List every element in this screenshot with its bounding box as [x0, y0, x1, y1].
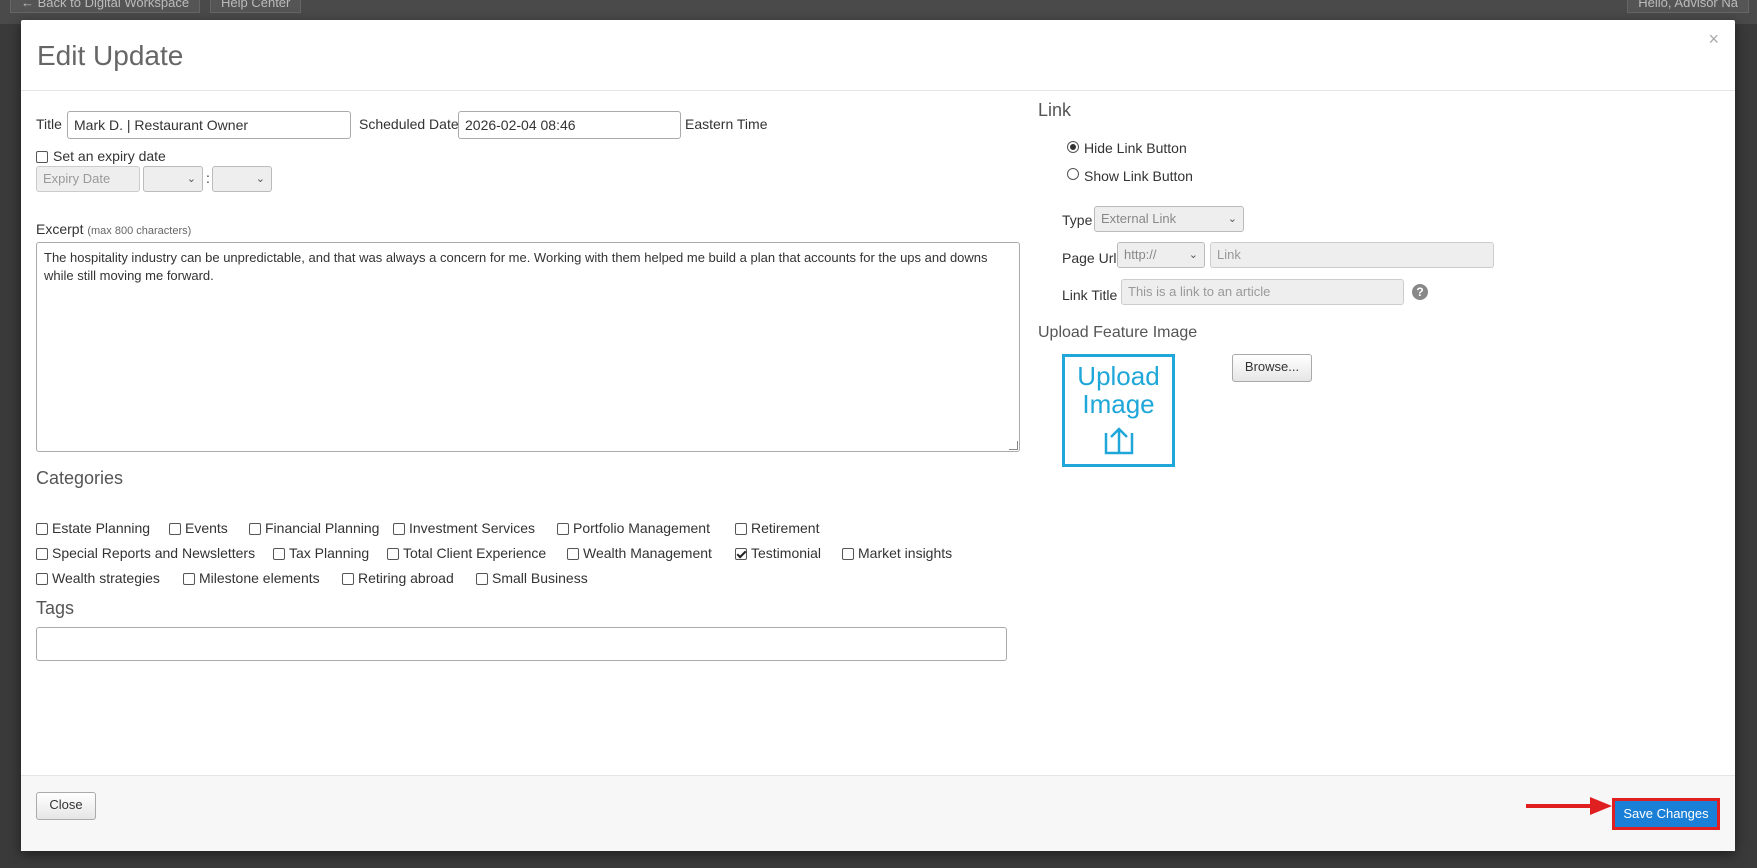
category-label: Investment Services — [409, 520, 536, 536]
help-center-link[interactable]: Help Center — [210, 0, 302, 13]
upload-arrow-icon — [1104, 427, 1134, 455]
timezone-label: Eastern Time — [685, 116, 768, 132]
hide-link-label: Hide Link Button — [1084, 140, 1187, 156]
category-checkbox[interactable] — [183, 573, 195, 585]
close-icon[interactable]: × — [1702, 28, 1725, 51]
category-checkbox[interactable] — [387, 548, 399, 560]
chevron-down-icon: ⌄ — [1227, 213, 1237, 225]
link-type-value: External Link — [1101, 211, 1177, 226]
show-link-label: Show Link Button — [1084, 168, 1193, 184]
close-button[interactable]: Close — [36, 792, 96, 820]
type-label: Type — [1062, 212, 1093, 228]
category-label: Market insights — [858, 545, 953, 561]
upload-line1: Upload — [1077, 361, 1160, 391]
time-separator: : — [206, 170, 210, 186]
category-label: Tax Planning — [289, 545, 370, 561]
excerpt-label-text: Excerpt — [36, 221, 84, 237]
chevron-down-icon: ⌄ — [255, 173, 265, 185]
category-label: Milestone elements — [199, 570, 320, 586]
category-checkbox[interactable] — [393, 523, 405, 535]
scheduled-date-input[interactable]: 2026-02-04 08:46 — [458, 111, 681, 139]
category-label: Total Client Experience — [403, 545, 547, 561]
save-changes-button[interactable]: Save Changes — [1612, 798, 1720, 830]
back-to-workspace-link[interactable]: ← Back to Digital Workspace — [10, 0, 201, 13]
tags-title: Tags — [36, 598, 75, 618]
scheduled-date-label: Scheduled Date — [359, 116, 459, 132]
category-checkbox[interactable] — [273, 548, 285, 560]
expiry-checkbox-label: Set an expiry date — [53, 148, 166, 164]
upload-line2: Image — [1082, 389, 1155, 419]
category-label: Events — [185, 520, 228, 536]
excerpt-textarea[interactable]: The hospitality industry can be unpredic… — [36, 242, 1020, 452]
protocol-select[interactable]: http:// ⌄ — [1117, 242, 1205, 268]
category-label: Estate Planning — [52, 520, 151, 536]
tags-input[interactable] — [36, 627, 1007, 661]
category-label: Wealth strategies — [52, 570, 160, 586]
chevron-down-icon: ⌄ — [1188, 249, 1198, 261]
category-checkbox[interactable] — [249, 523, 261, 535]
category-checkbox[interactable] — [169, 523, 181, 535]
expiry-hour-select[interactable]: ⌄ — [143, 166, 203, 192]
resize-grip-icon[interactable] — [1009, 441, 1018, 450]
categories-title: Categories — [36, 468, 124, 488]
upload-image-dropzone[interactable]: Upload Image — [1062, 354, 1175, 467]
category-label: Testimonial — [751, 545, 822, 561]
category-checkbox[interactable] — [342, 573, 354, 585]
category-checkbox[interactable] — [842, 548, 854, 560]
category-checkbox[interactable] — [735, 548, 747, 560]
protocol-value: http:// — [1124, 247, 1157, 262]
category-label: Retiring abroad — [358, 570, 454, 586]
excerpt-label: Excerpt (max 800 characters) — [36, 221, 191, 237]
modal-footer: Close Save Changes — [21, 775, 1735, 851]
category-checkbox[interactable] — [735, 523, 747, 535]
user-greeting[interactable]: Hello, Advisor Na — [1627, 0, 1749, 13]
excerpt-text: The hospitality industry can be unpredic… — [44, 250, 988, 283]
category-label: Wealth Management — [583, 545, 712, 561]
expiry-minute-select[interactable]: ⌄ — [212, 166, 272, 192]
category-label: Portfolio Management — [573, 520, 710, 536]
link-title-input[interactable]: This is a link to an article — [1121, 279, 1404, 305]
category-checkbox[interactable] — [557, 523, 569, 535]
category-label: Financial Planning — [265, 520, 380, 536]
category-label: Retirement — [751, 520, 820, 536]
category-checkbox[interactable] — [476, 573, 488, 585]
category-label: Special Reports and Newsletters — [52, 545, 256, 561]
category-label: Small Business — [492, 570, 588, 586]
excerpt-hint: (max 800 characters) — [87, 225, 192, 237]
link-title-label: Link Title — [1062, 287, 1118, 303]
link-section-title: Link — [1038, 100, 1072, 120]
show-link-radio[interactable] — [1067, 168, 1079, 180]
link-type-select[interactable]: External Link ⌄ — [1094, 206, 1244, 232]
help-icon[interactable]: ? — [1412, 284, 1428, 300]
upload-title: Upload Feature Image — [1038, 324, 1198, 341]
category-checkbox[interactable] — [567, 548, 579, 560]
link-url-input[interactable]: Link — [1210, 242, 1494, 268]
category-checkbox[interactable] — [36, 573, 48, 585]
title-label: Title — [36, 116, 62, 132]
arrow-pointer-icon — [1526, 797, 1612, 815]
page-url-label: Page Url — [1062, 250, 1117, 266]
modal-title: Edit Update — [37, 40, 184, 71]
expiry-date-input[interactable]: Expiry Date — [36, 166, 140, 192]
modal-header: Edit Update × — [21, 20, 1735, 91]
category-checkbox[interactable] — [36, 523, 48, 535]
title-input[interactable]: Mark D. | Restaurant Owner — [67, 111, 351, 139]
hide-link-radio[interactable] — [1067, 141, 1079, 153]
edit-update-modal: Edit Update × Title Mark D. | Restaurant… — [21, 20, 1735, 851]
chevron-down-icon: ⌄ — [186, 173, 196, 185]
browse-button[interactable]: Browse... — [1232, 354, 1312, 382]
expiry-checkbox[interactable] — [36, 151, 48, 163]
category-checkbox[interactable] — [36, 548, 48, 560]
